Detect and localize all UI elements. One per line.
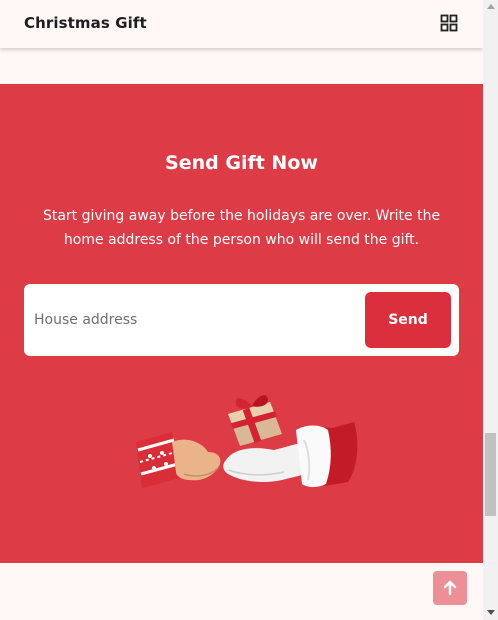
left-sleeve-icon [136,432,180,488]
brand-logo-text[interactable]: Christmas Gift [24,14,147,32]
section-description: Start giving away before the holidays ar… [42,208,441,248]
back-to-top-button[interactable] [433,571,467,605]
left-hand-icon [172,439,221,481]
scrollbar-thumb[interactable] [485,433,496,516]
address-form: Send [24,284,459,356]
gift-handoff-illustration [136,395,358,488]
scroll-down-arrow-icon[interactable] [487,610,495,615]
grid-menu-button[interactable] [440,14,458,32]
navbar: Christmas Gift [0,0,483,48]
section-title: Send Gift Now [165,152,318,174]
gift-box-icon [228,395,282,446]
right-sleeve-icon [296,422,358,487]
send-button[interactable]: Send [365,292,451,348]
arrow-up-icon [443,580,457,596]
house-address-input[interactable] [34,302,354,338]
grid-icon [440,14,458,32]
vertical-scrollbar[interactable] [483,0,498,620]
send-gift-section: Send Gift Now Start giving away before t… [0,84,483,563]
scroll-up-arrow-icon[interactable] [487,4,495,9]
page-viewport: Christmas Gift Send Gift Now Start givin… [0,0,483,620]
